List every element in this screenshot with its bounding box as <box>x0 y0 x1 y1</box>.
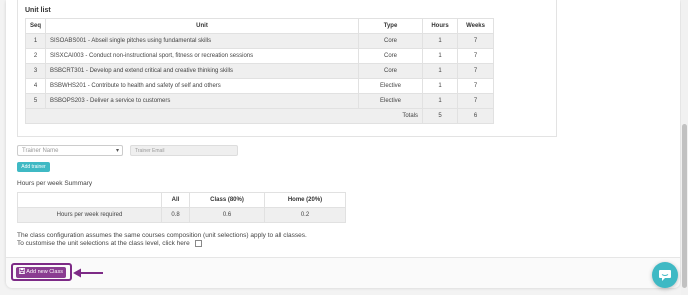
totals-hours: 5 <box>422 108 459 124</box>
row-all: 0.8 <box>161 207 190 223</box>
col-hours: Hours <box>422 18 459 34</box>
add-new-class-label: Add new Class <box>26 269 63 275</box>
row-weeks: 7 <box>457 78 495 94</box>
unit-table: Seq Unit Type Hours Weeks 1 SISOABS001 -… <box>24 18 495 124</box>
row-seq: 1 <box>24 33 47 49</box>
chat-button[interactable] <box>652 262 678 288</box>
hours-summary-title: Hours per week Summary <box>17 180 93 187</box>
row-seq: 3 <box>24 63 47 79</box>
row-weeks: 7 <box>457 63 495 79</box>
row-unit: BSBCRT301 - Develop and extend critical … <box>45 63 360 79</box>
hours-summary-table: All Class (80%) Home (20%) Hours per wee… <box>17 192 346 223</box>
hours-table-header: All Class (80%) Home (20%) <box>17 192 346 208</box>
row-home: 0.2 <box>264 207 346 223</box>
row-type: Elective <box>358 78 424 94</box>
row-hours: 1 <box>422 33 459 49</box>
customise-checkbox[interactable] <box>194 240 202 247</box>
row-unit: BSBWHS201 - Contribute to health and saf… <box>45 78 360 94</box>
row-hours: 1 <box>422 48 459 64</box>
trainer-name-placeholder: Trainer Name <box>22 148 59 154</box>
col-all: All <box>161 192 190 208</box>
row-weeks: 7 <box>457 33 495 49</box>
scrollbar-thumb[interactable] <box>682 124 687 288</box>
class-config-note: The class configuration assumes the same… <box>17 232 307 239</box>
add-trainer-button[interactable]: Add trainer <box>17 162 50 172</box>
row-unit: SISOABS001 - Abseil single pitches using… <box>45 33 360 49</box>
table-row: 2 SISXCAI003 - Conduct non-instructional… <box>24 48 495 64</box>
col-home: Home (20%) <box>264 192 346 208</box>
col-type: Type <box>358 18 424 34</box>
row-hours: 1 <box>422 93 459 109</box>
row-seq: 5 <box>24 93 47 109</box>
row-weeks: 7 <box>457 48 495 64</box>
row-type: Core <box>358 48 424 64</box>
trainer-name-select[interactable]: Trainer Name ▾ <box>17 145 123 156</box>
scrollbar[interactable] <box>681 0 688 295</box>
table-row: 3 BSBCRT301 - Develop and extend critica… <box>24 63 495 79</box>
row-weeks: 7 <box>457 93 495 109</box>
row-type: Core <box>358 63 424 79</box>
unit-table-header: Seq Unit Type Hours Weeks <box>24 18 495 34</box>
add-new-class-button[interactable]: Add new Class <box>16 267 66 278</box>
row-label: Hours per week required <box>17 207 162 223</box>
table-row: 4 BSBWHS201 - Contribute to health and s… <box>24 78 495 94</box>
row-hours: 1 <box>422 63 459 79</box>
row-type: Core <box>358 33 424 49</box>
unit-list-title: Unit list <box>25 7 51 14</box>
row-type: Elective <box>358 93 424 109</box>
row-class: 0.6 <box>189 207 265 223</box>
unit-list-card: Unit list Seq Unit Type Hours Weeks 1 SI… <box>17 0 557 137</box>
chat-bubble-icon <box>659 270 671 281</box>
totals-row: Totals 5 6 <box>24 108 495 124</box>
table-row: Hours per week required 0.8 0.6 0.2 <box>17 207 346 223</box>
totals-label: Totals <box>24 108 423 124</box>
col-class: Class (80%) <box>189 192 265 208</box>
customise-note-text: To customise the unit selections at the … <box>17 240 190 248</box>
col-unit: Unit <box>45 18 360 34</box>
table-row: 5 BSBOPS203 - Deliver a service to custo… <box>24 93 495 109</box>
row-seq: 2 <box>24 48 47 64</box>
row-seq: 4 <box>24 78 47 94</box>
left-arrow-icon <box>72 266 104 284</box>
totals-weeks: 6 <box>457 108 495 124</box>
row-hours: 1 <box>422 78 459 94</box>
trainer-email-input[interactable]: Trainer Email <box>130 145 238 156</box>
trainer-email-placeholder: Trainer Email <box>135 148 165 154</box>
table-row: 1 SISOABS001 - Abseil single pitches usi… <box>24 33 495 49</box>
col-weeks: Weeks <box>457 18 495 34</box>
footer-bar <box>6 257 680 288</box>
customise-note: To customise the unit selections at the … <box>17 240 202 247</box>
col-blank <box>17 192 162 208</box>
row-unit: SISXCAI003 - Conduct non-instructional s… <box>45 48 360 64</box>
row-unit: BSBOPS203 - Deliver a service to custome… <box>45 93 360 109</box>
col-seq: Seq <box>24 18 47 34</box>
caret-down-icon: ▾ <box>115 148 119 154</box>
